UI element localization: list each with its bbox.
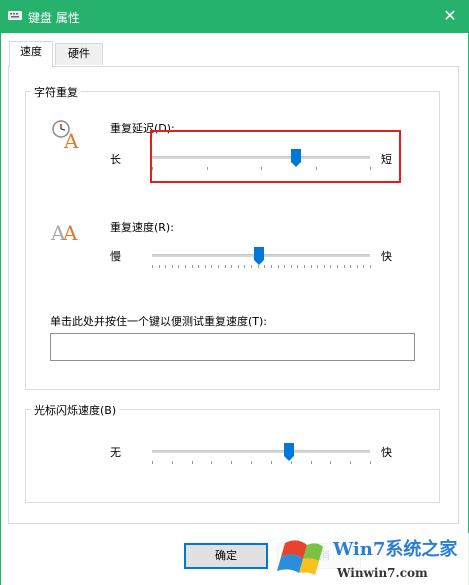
slider-tick xyxy=(152,265,153,268)
repeat-rate-slow-label: 慢 xyxy=(110,250,121,263)
cursor-blink-ticks xyxy=(152,441,371,471)
svg-text:A: A xyxy=(63,129,79,150)
watermark-url: Winwin7.com xyxy=(336,566,428,580)
slider-tick xyxy=(172,461,173,464)
slider-tick xyxy=(192,461,193,464)
repeat-rate-thumb[interactable] xyxy=(253,247,264,265)
watermark-logo: Win7系统之家 Winwin7.com xyxy=(275,533,469,585)
slider-tick xyxy=(350,265,351,268)
tab-speed[interactable]: 速度 xyxy=(9,41,53,67)
slider-tick xyxy=(317,265,318,268)
slider-tick xyxy=(165,265,166,268)
slider-tick xyxy=(205,265,206,268)
slider-tick xyxy=(198,265,199,268)
slider-tick xyxy=(244,265,245,268)
cursor-blink-preview xyxy=(50,433,78,463)
slider-tick xyxy=(284,265,285,268)
slider-tick xyxy=(225,265,226,268)
close-icon[interactable]: ✕ xyxy=(440,6,460,26)
slider-tick xyxy=(311,461,312,464)
repeat-rate-slider[interactable] xyxy=(152,245,371,275)
slider-tick xyxy=(172,265,173,268)
slider-tick xyxy=(264,265,265,268)
slider-tick xyxy=(211,461,212,464)
slider-tick xyxy=(311,265,312,268)
slider-tick xyxy=(192,265,193,268)
slider-tick xyxy=(370,265,371,268)
slider-tick xyxy=(330,265,331,268)
slider-tick xyxy=(231,461,232,464)
slider-tick xyxy=(211,265,212,268)
test-repeat-label: 单击此处并按住一个键以便测试重复速度(T): xyxy=(50,315,268,328)
cursor-blink-title: 光标闪烁速度(B) xyxy=(31,402,120,418)
slider-tick xyxy=(324,265,325,268)
slider-tick xyxy=(297,265,298,268)
slider-tick xyxy=(152,461,153,464)
slider-tick xyxy=(350,461,351,464)
slider-tick xyxy=(159,265,160,268)
cursor-blink-thumb[interactable] xyxy=(284,443,295,461)
slider-tick xyxy=(271,461,272,464)
slider-tick xyxy=(178,265,179,268)
cursor-blink-slider[interactable] xyxy=(152,441,371,471)
slider-tick xyxy=(370,461,371,464)
character-repeat-title: 字符重复 xyxy=(31,84,81,100)
repeat-rate-label: 重复速度(R): xyxy=(110,221,174,234)
highlight-box xyxy=(150,130,401,183)
window-title: 键盘 属性 xyxy=(28,11,80,25)
slider-tick xyxy=(363,265,364,268)
repeat-rate-fast-label: 快 xyxy=(381,250,392,263)
slider-tick xyxy=(344,265,345,268)
slider-tick xyxy=(291,265,292,268)
slider-tick xyxy=(278,265,279,268)
slider-tick xyxy=(238,265,239,268)
slider-tick xyxy=(185,265,186,268)
slider-tick xyxy=(291,461,292,464)
repeat-rate-icon: A A xyxy=(50,221,78,244)
slider-tick xyxy=(218,265,219,268)
ok-button[interactable]: 确定 xyxy=(184,543,268,569)
cursor-blink-fast-label: 快 xyxy=(381,446,392,459)
svg-text:A: A xyxy=(62,221,78,244)
slider-tick xyxy=(271,265,272,268)
test-repeat-input[interactable] xyxy=(50,333,415,361)
tab-hardware[interactable]: 硬件 xyxy=(55,43,103,65)
repeat-delay-long-label: 长 xyxy=(110,153,121,166)
keyboard-icon xyxy=(8,11,22,20)
slider-tick xyxy=(304,265,305,268)
slider-tick xyxy=(357,265,358,268)
slider-tick xyxy=(258,265,259,268)
slider-tick xyxy=(251,265,252,268)
slider-tick xyxy=(337,265,338,268)
slider-tick xyxy=(330,461,331,464)
slider-tick xyxy=(231,265,232,268)
slider-tick xyxy=(251,461,252,464)
watermark-brand: Win7系统之家 xyxy=(332,538,458,560)
cursor-blink-none-label: 无 xyxy=(110,446,121,459)
repeat-delay-icon: A xyxy=(52,120,79,150)
